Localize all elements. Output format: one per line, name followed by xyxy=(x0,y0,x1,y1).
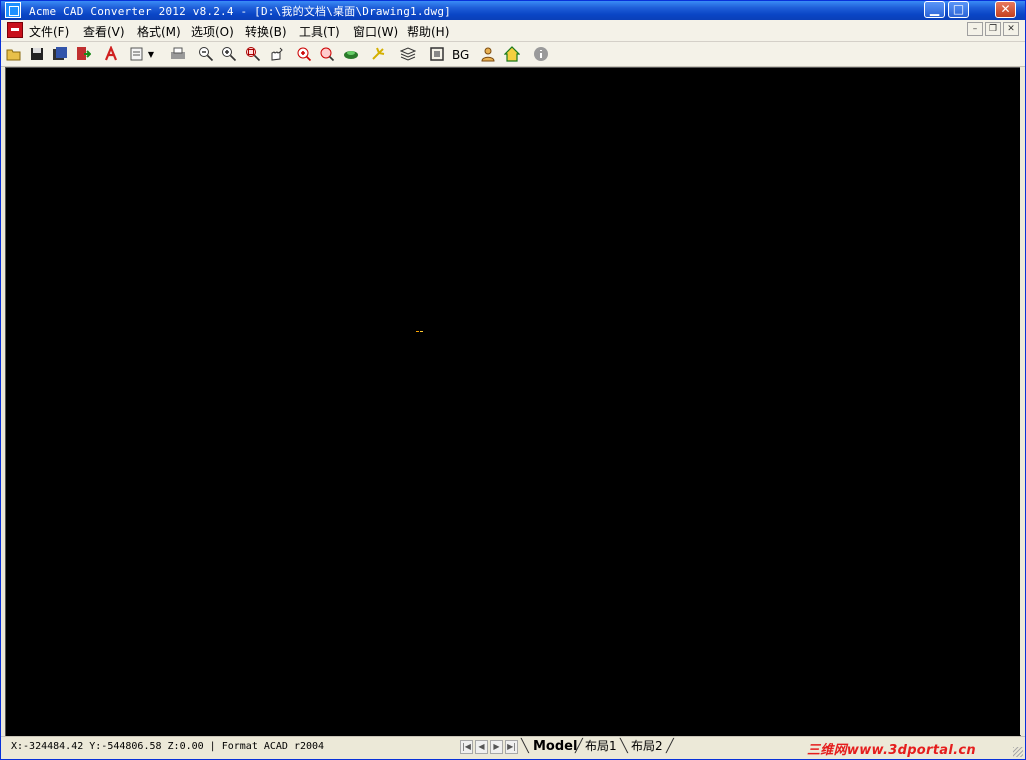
save-icon[interactable] xyxy=(28,45,46,63)
batch-icon[interactable]: ▼ xyxy=(127,45,157,63)
zoom-extents-icon[interactable] xyxy=(318,45,336,63)
prev-tab-button[interactable]: ◀ xyxy=(475,740,488,754)
canvas-edge xyxy=(1020,67,1024,735)
tab-separator: ╱ xyxy=(666,739,674,754)
open-icon[interactable] xyxy=(5,45,23,63)
watermark-url: www.3dportal.cn xyxy=(846,743,976,758)
menu-options[interactable]: 选项(O) xyxy=(191,23,234,40)
layer-icon[interactable] xyxy=(342,45,360,63)
light-icon[interactable] xyxy=(370,45,388,63)
tab-separator: ╲ xyxy=(620,739,628,754)
info-icon[interactable] xyxy=(532,45,550,63)
mdi-close-button[interactable]: ✕ xyxy=(1003,22,1019,36)
document-icon[interactable] xyxy=(7,22,23,38)
mdi-restore-button[interactable]: ❐ xyxy=(985,22,1001,36)
resize-grip-icon[interactable] xyxy=(1013,747,1023,757)
minimize-button[interactable]: ▁ xyxy=(924,1,945,18)
save-all-icon[interactable] xyxy=(51,45,69,63)
zoom-in-icon[interactable] xyxy=(220,45,238,63)
menu-bar: 文件(F) 查看(V) 格式(M) 选项(O) 转换(B) 工具(T) 窗口(W… xyxy=(1,20,1025,42)
tab-layout2[interactable]: 布局2 xyxy=(631,738,663,756)
status-bar: X:-324484.42 Y:-544806.58 Z:0.00 | Forma… xyxy=(1,736,1025,759)
window-title: Acme CAD Converter 2012 v8.2.4 - [D:\我的文… xyxy=(29,5,451,18)
mdi-minimize-button[interactable]: – xyxy=(967,22,983,36)
watermark-cn: 三维网 xyxy=(807,743,847,758)
app-window: Acme CAD Converter 2012 v8.2.4 - [D:\我的文… xyxy=(0,0,1026,760)
menu-convert[interactable]: 转换(B) xyxy=(245,23,287,40)
menu-help[interactable]: 帮助(H) xyxy=(407,23,449,40)
toolbar: ▼ BG xyxy=(1,42,1025,67)
bg-toggle[interactable]: BG xyxy=(452,46,469,64)
tab-separator: ╱ xyxy=(575,739,583,754)
drawing-canvas[interactable] xyxy=(5,67,1021,737)
zoom-out-icon[interactable] xyxy=(197,45,215,63)
maximize-button[interactable]: □ xyxy=(948,1,969,18)
menu-file[interactable]: 文件(F) xyxy=(29,23,69,40)
title-bar[interactable]: Acme CAD Converter 2012 v8.2.4 - [D:\我的文… xyxy=(1,1,1025,20)
app-icon[interactable] xyxy=(5,2,21,18)
first-tab-button[interactable]: |◀ xyxy=(460,740,473,754)
tab-model[interactable]: Model xyxy=(533,738,577,756)
print-icon[interactable] xyxy=(169,45,187,63)
tab-separator: ╲ xyxy=(521,739,529,754)
pan-icon[interactable] xyxy=(267,45,285,63)
user-icon[interactable] xyxy=(479,45,497,63)
menu-view[interactable]: 查看(V) xyxy=(83,23,125,40)
layers-icon[interactable] xyxy=(399,45,417,63)
coordinates-readout: X:-324484.42 Y:-544806.58 Z:0.00 | Forma… xyxy=(11,741,325,752)
menu-format[interactable]: 格式(M) xyxy=(137,23,181,40)
last-tab-button[interactable]: ▶| xyxy=(505,740,518,754)
cursor-crosshair-icon xyxy=(416,331,423,332)
zoom-realtime-icon[interactable] xyxy=(295,45,313,63)
watermark: 三维网www.3dportal.cn xyxy=(807,739,976,758)
menu-window[interactable]: 窗口(W) xyxy=(353,23,398,40)
menu-tools[interactable]: 工具(T) xyxy=(299,23,340,40)
home-icon[interactable] xyxy=(503,45,521,63)
pdf-icon[interactable] xyxy=(102,45,120,63)
frame-icon[interactable] xyxy=(428,45,446,63)
zoom-window-icon[interactable] xyxy=(244,45,262,63)
next-tab-button[interactable]: ▶ xyxy=(490,740,503,754)
tab-layout1[interactable]: 布局1 xyxy=(585,738,617,756)
chevron-down-icon[interactable]: ▼ xyxy=(148,50,154,59)
close-button[interactable]: ✕ xyxy=(995,1,1016,18)
export-icon[interactable] xyxy=(74,45,92,63)
